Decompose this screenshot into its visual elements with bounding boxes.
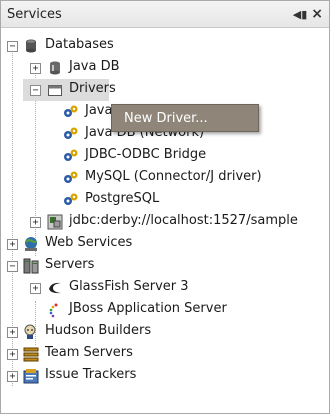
expand-toggle[interactable]: + xyxy=(30,217,41,228)
expand-toggle[interactable]: + xyxy=(30,63,41,74)
web-services-icon xyxy=(23,236,39,252)
services-panel: Services ◀▮ × − Databases + Java DB − Dr… xyxy=(0,0,330,414)
collapse-toggle[interactable]: − xyxy=(7,261,18,272)
collapse-toggle[interactable]: − xyxy=(7,41,18,52)
tree-item-label: Servers xyxy=(45,257,95,272)
collapse-toggle[interactable]: − xyxy=(30,85,41,96)
tree-item-label: Web Services xyxy=(45,235,133,250)
tree-item-label: Issue Trackers xyxy=(45,367,137,382)
context-menu: New Driver... xyxy=(111,104,259,132)
panel-header: Services ◀▮ × xyxy=(1,1,329,28)
tree-item-label: PostgreSQL xyxy=(85,191,160,206)
hudson-icon xyxy=(23,324,39,340)
servers-icon xyxy=(23,258,39,274)
tree-item-label: Databases xyxy=(45,37,114,52)
tree-item-label: Java DB xyxy=(69,59,120,74)
driver-icon xyxy=(63,104,79,120)
connection-icon xyxy=(47,214,63,230)
expand-toggle[interactable]: + xyxy=(7,349,18,360)
issue-trackers-icon xyxy=(23,368,39,384)
tree-item-label: JBoss Application Server xyxy=(69,301,227,316)
minimize-icon[interactable]: ◀▮ xyxy=(293,8,308,21)
tree-item-label: Drivers xyxy=(69,81,116,96)
driver-icon xyxy=(63,192,79,208)
tree-item-label: jdbc:derby://localhost:1527/sample xyxy=(69,213,298,228)
expand-toggle[interactable]: + xyxy=(7,327,18,338)
menu-item-new-driver[interactable]: New Driver... xyxy=(112,111,208,126)
tree-item-drivers[interactable]: − Drivers xyxy=(23,79,116,101)
panel-controls: ◀▮ × xyxy=(293,6,323,22)
close-icon[interactable]: × xyxy=(311,6,323,22)
database-icon xyxy=(23,38,39,54)
tree-item-label: Team Servers xyxy=(45,345,133,360)
folder-icon xyxy=(47,82,63,98)
tree-item-label: JDBC-ODBC Bridge xyxy=(85,147,207,162)
expand-toggle[interactable]: + xyxy=(30,283,41,294)
panel-title: Services xyxy=(7,6,62,22)
tree-item-label: Hudson Builders xyxy=(45,323,152,338)
expand-toggle[interactable]: + xyxy=(7,371,18,382)
tree-item-label: GlassFish Server 3 xyxy=(69,279,189,294)
driver-icon xyxy=(63,126,79,142)
expand-toggle[interactable]: + xyxy=(7,239,18,250)
driver-icon xyxy=(63,170,79,186)
team-servers-icon xyxy=(23,346,39,362)
glassfish-icon xyxy=(47,280,63,296)
jboss-icon xyxy=(47,302,63,318)
tree-item-label: MySQL (Connector/J driver) xyxy=(85,169,262,184)
driver-icon xyxy=(63,148,79,164)
java-db-icon xyxy=(47,60,63,76)
